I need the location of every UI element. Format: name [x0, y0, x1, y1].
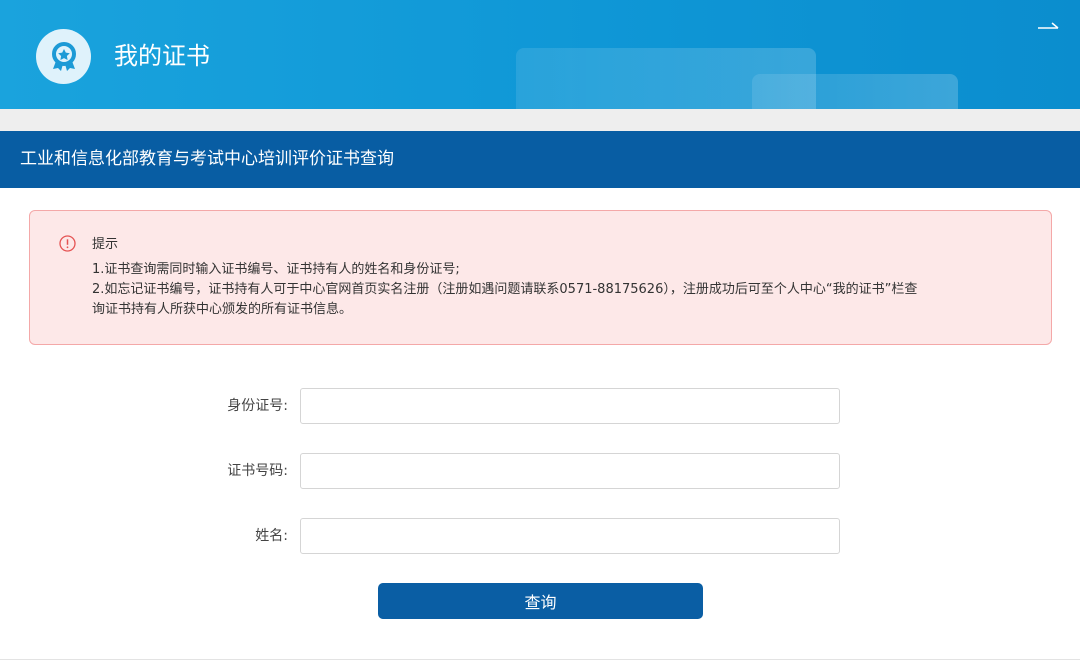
cert-number-input[interactable]	[300, 453, 840, 489]
divider	[0, 659, 1080, 660]
alert-line: 1.证书查询需同时输入证书编号、证书持有人的姓名和身份证号;	[92, 262, 460, 277]
cert-number-label: 证书号码:	[227, 463, 288, 479]
return-arrow-icon[interactable]	[1037, 20, 1059, 30]
alert-body: 1.证书查询需同时输入证书编号、证书持有人的姓名和身份证号; 2.如忘记证书编号…	[92, 260, 1032, 320]
exclamation-circle-icon	[59, 235, 76, 252]
alert-line: 询证书持有人所获中心颁发的所有证书信息。	[92, 302, 353, 317]
name-input[interactable]	[300, 518, 840, 554]
name-label: 姓名:	[255, 528, 288, 544]
app-header: 我的证书	[0, 0, 1080, 109]
award-badge-icon	[36, 29, 91, 84]
notice-alert: 提示 1.证书查询需同时输入证书编号、证书持有人的姓名和身份证号; 2.如忘记证…	[29, 210, 1052, 345]
alert-title: 提示	[92, 237, 119, 252]
header-gap	[0, 109, 1080, 131]
header-decoration	[752, 74, 958, 109]
page-title: 我的证书	[114, 42, 210, 70]
alert-line: 2.如忘记证书编号，证书持有人可于中心官网首页实名注册（注册如遇问题请联系057…	[92, 282, 918, 297]
query-button[interactable]: 查询	[378, 583, 703, 619]
id-number-input[interactable]	[300, 388, 840, 424]
section-title: 工业和信息化部教育与考试中心培训评价证书查询	[0, 131, 1080, 188]
id-number-label: 身份证号:	[227, 398, 288, 414]
